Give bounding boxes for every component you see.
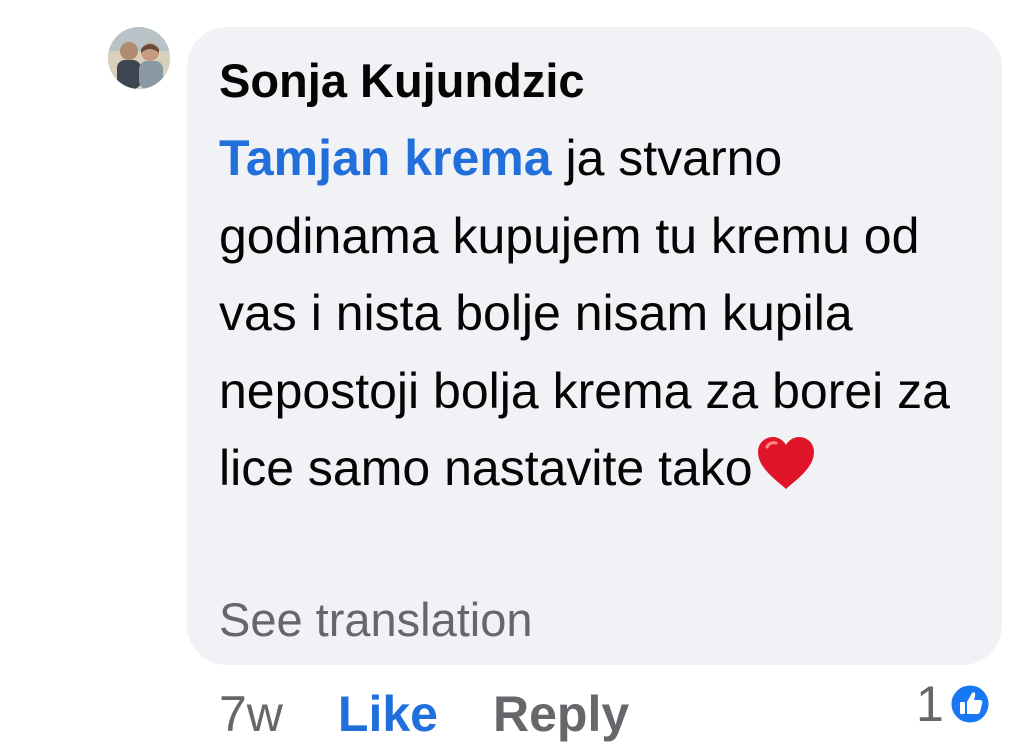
comment-author[interactable]: Sonja Kujundzic [219,52,585,110]
see-translation-link[interactable]: See translation [219,592,533,648]
heart-emoji-icon [755,435,817,514]
avatar-photo [108,27,170,89]
comment-timestamp[interactable]: 7w [219,686,283,742]
comment-actions: 7w Like Reply [219,686,629,742]
like-reaction-icon [948,682,992,726]
reaction-count: 1 [916,676,944,732]
avatar[interactable] [108,27,170,89]
mention-link[interactable]: Tamjan krema [219,130,552,186]
like-button[interactable]: Like [338,686,438,742]
reaction-summary[interactable]: 1 [916,676,992,732]
comment-text: Tamjan krema ja stvarno godinama kupujem… [219,120,989,514]
reply-button[interactable]: Reply [493,686,629,742]
